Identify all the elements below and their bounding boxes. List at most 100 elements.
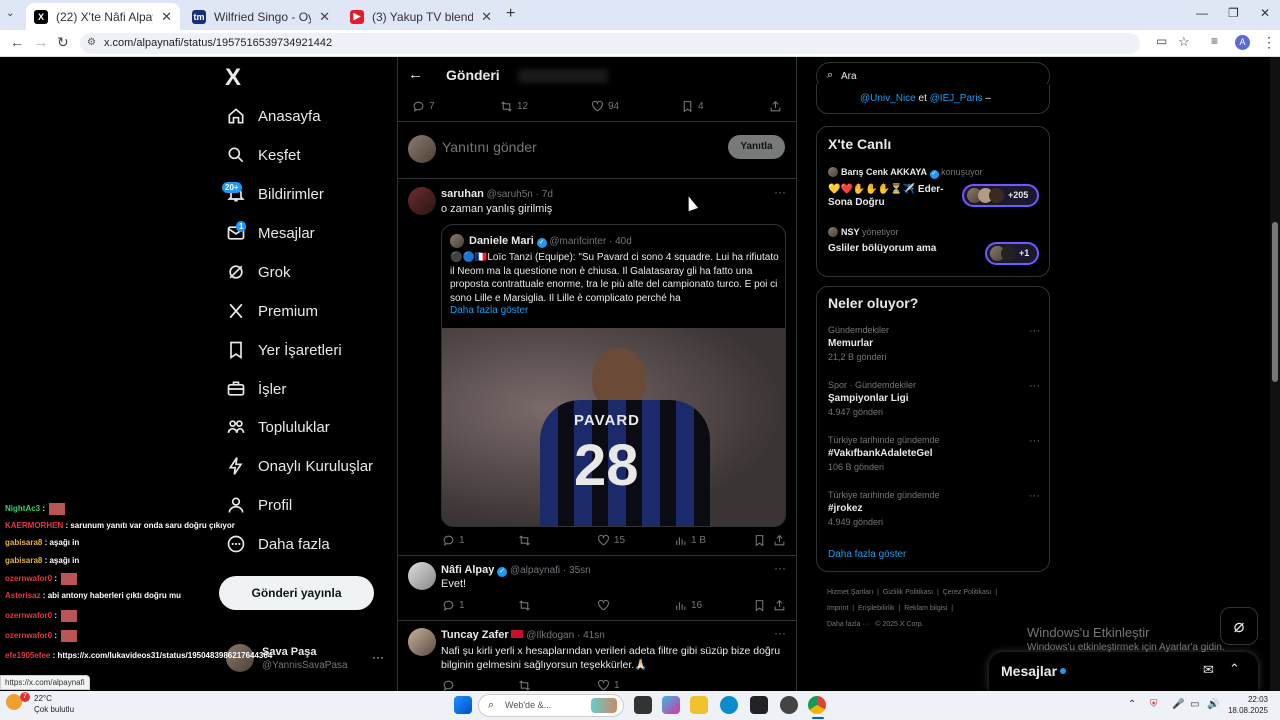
- trend-more-icon[interactable]: ···: [1029, 380, 1040, 392]
- sidebar-item-anasayfa[interactable]: Anasayfa: [226, 101, 321, 131]
- messages-drawer[interactable]: Mesajlar ✉ ⌃: [989, 652, 1258, 691]
- trend-item[interactable]: Gündemdekiler Memurlar 21,2 B gönderi ···: [828, 325, 1040, 373]
- footer-link[interactable]: Erişilebilirlik: [858, 605, 895, 612]
- store-icon[interactable]: [750, 696, 768, 714]
- minimize-window-icon[interactable]: —: [1196, 6, 1208, 20]
- file-explorer-icon[interactable]: [690, 696, 708, 714]
- show-more-link[interactable]: Daha fazla göster: [450, 305, 528, 316]
- sidebar-item-keşfet[interactable]: Keşfet: [226, 140, 301, 170]
- retweet-count[interactable]: 12: [500, 100, 528, 113]
- volume-icon[interactable]: 🔊: [1207, 699, 1219, 710]
- footer-link[interactable]: Çerez Politikası: [943, 589, 992, 596]
- tweet-author-name[interactable]: Tuncay Zafer: [441, 629, 509, 641]
- snippet-mention[interactable]: @Univ_Nice: [860, 93, 916, 104]
- scrollbar-thumb[interactable]: [1272, 222, 1278, 382]
- weather-widget[interactable]: 7 22°C Çok bulutlu: [6, 692, 96, 718]
- reload-icon[interactable]: ↻: [57, 34, 69, 51]
- tweet-author-handle[interactable]: @saruh5n: [487, 189, 533, 200]
- listener-pill[interactable]: +1: [985, 242, 1039, 265]
- like-count[interactable]: 94: [591, 100, 619, 113]
- tweet-time[interactable]: · 41sn: [577, 630, 605, 641]
- account-switcher[interactable]: Sava Paşa @YannisSavaPasa ···: [226, 644, 386, 678]
- tweet-time[interactable]: · 7d: [536, 189, 553, 200]
- sidebar-item-i-şler[interactable]: İşler: [226, 374, 286, 404]
- new-message-icon[interactable]: ✉: [1203, 662, 1214, 678]
- share-button[interactable]: [769, 100, 786, 113]
- bookmark-star-icon[interactable]: ☆: [1178, 34, 1190, 50]
- post-button[interactable]: Gönderi yayınla: [219, 576, 374, 610]
- security-icon[interactable]: ⛨: [1150, 699, 1158, 710]
- browser-menu-icon[interactable]: ⋮: [1262, 34, 1276, 51]
- tweet-author-name[interactable]: Nâfi Alpay: [441, 564, 494, 576]
- trend-item[interactable]: Türkiye tarihinde gündemde #jrokez 4.949 g…: [828, 490, 1040, 538]
- sidebar-item-onaylı-kuruluşlar[interactable]: Onaylı Kuruluşlar: [226, 451, 373, 481]
- site-info-icon[interactable]: ⚙: [87, 37, 96, 48]
- reply-count[interactable]: 7: [412, 100, 435, 113]
- tab-x[interactable]: X (22) X'te Nâfi Alpay: "Bu doğru ✕: [26, 3, 180, 30]
- tweet-more-icon[interactable]: ···: [774, 185, 786, 199]
- close-window-icon[interactable]: ✕: [1260, 6, 1270, 20]
- footer-link[interactable]: Imprint: [827, 605, 848, 612]
- like-button[interactable]: 15: [597, 534, 625, 547]
- chrome-icon[interactable]: [808, 696, 826, 714]
- quote-image[interactable]: PAVARD 28: [442, 328, 785, 526]
- tab-search-icon[interactable]: ⌄: [6, 8, 14, 19]
- profile-avatar[interactable]: A: [1235, 35, 1250, 50]
- trend-more-icon[interactable]: ···: [1029, 490, 1040, 502]
- sidebar-item-grok[interactable]: Grok: [226, 257, 291, 287]
- close-tab-icon[interactable]: ✕: [319, 9, 330, 25]
- windows-start-icon[interactable]: [454, 696, 472, 714]
- grok-floating-button[interactable]: ⌀: [1220, 607, 1258, 645]
- retweet-button[interactable]: [518, 534, 535, 547]
- reply-button[interactable]: Yanıtla: [728, 135, 785, 159]
- reply-button[interactable]: 1: [442, 534, 465, 547]
- forward-icon[interactable]: →: [34, 34, 48, 50]
- views-button[interactable]: 16: [674, 599, 702, 612]
- close-tab-icon[interactable]: ✕: [481, 9, 492, 25]
- footer-link[interactable]: Daha fazla ···: [827, 621, 869, 628]
- trend-more-icon[interactable]: ···: [1029, 435, 1040, 447]
- tab-youtube[interactable]: ▶ (3) Yakup TV blender patlaması ✕: [342, 3, 500, 30]
- bookmark-count[interactable]: 4: [681, 100, 704, 113]
- like-button[interactable]: 1: [597, 679, 620, 691]
- trend-more-icon[interactable]: ···: [1029, 325, 1040, 337]
- close-tab-icon[interactable]: ✕: [161, 9, 172, 25]
- tweet-avatar[interactable]: [408, 562, 436, 590]
- share-button[interactable]: [773, 534, 790, 547]
- snippet-mention[interactable]: @IEJ_Paris: [930, 93, 983, 104]
- listener-pill[interactable]: +205: [962, 184, 1039, 207]
- sidebar-item-profil[interactable]: Profil: [226, 490, 292, 520]
- new-tab-button[interactable]: +: [506, 5, 515, 23]
- back-icon[interactable]: ←: [10, 34, 24, 50]
- footer-link[interactable]: Reklam bilgisi: [904, 605, 947, 612]
- tray-chevron-icon[interactable]: ⌃: [1128, 699, 1136, 710]
- expand-icon[interactable]: ⌃: [1229, 661, 1240, 677]
- x-logo-icon[interactable]: X: [225, 64, 241, 92]
- quoted-tweet[interactable]: Daniele Mari ✓ @marifcinter · 40d ⚫🔵🇫🇷Lo…: [441, 224, 786, 527]
- taskbar-search[interactable]: ⌕ Web'de &...: [478, 694, 624, 717]
- reply-button[interactable]: 1: [442, 599, 465, 612]
- footer-link[interactable]: Hizmet Şartları: [827, 589, 873, 596]
- app-icon[interactable]: [780, 696, 798, 714]
- show-more-link[interactable]: Daha fazla göster: [828, 549, 906, 560]
- tab-transfermarkt[interactable]: tm Wilfried Singo - Oyuncu profili ✕: [184, 3, 338, 30]
- views-button[interactable]: 1 B: [674, 534, 706, 547]
- restore-window-icon[interactable]: ❐: [1228, 6, 1239, 20]
- trend-item[interactable]: Spor · Gündemdekiler Şampiyonlar Ligi 4.94…: [828, 380, 1040, 428]
- tweet-avatar[interactable]: [408, 187, 436, 215]
- copilot-icon[interactable]: [662, 696, 680, 714]
- sidebar-item-daha-fazla[interactable]: Daha fazla: [226, 529, 330, 559]
- tweet-more-icon[interactable]: ···: [774, 626, 786, 640]
- back-arrow-icon[interactable]: ←: [408, 66, 423, 83]
- page-scrollbar[interactable]: [1270, 57, 1280, 691]
- sidebar-item-premium[interactable]: Premium: [226, 296, 318, 326]
- trend-item[interactable]: Türkiye tarihinde gündemde #VakıfbankAdal…: [828, 435, 1040, 483]
- url-input[interactable]: ⚙ x.com/alpaynafi/status/195751653973492…: [80, 33, 1140, 54]
- tweet-author-handle[interactable]: @alpaynafi: [510, 565, 560, 576]
- reply-button[interactable]: [442, 679, 459, 691]
- account-more-icon[interactable]: ···: [372, 650, 384, 664]
- microphone-icon[interactable]: 🎤: [1172, 699, 1184, 710]
- tweet-avatar[interactable]: [408, 628, 436, 656]
- reply-input[interactable]: Yanıtını gönder: [442, 139, 702, 155]
- like-button[interactable]: [597, 599, 614, 612]
